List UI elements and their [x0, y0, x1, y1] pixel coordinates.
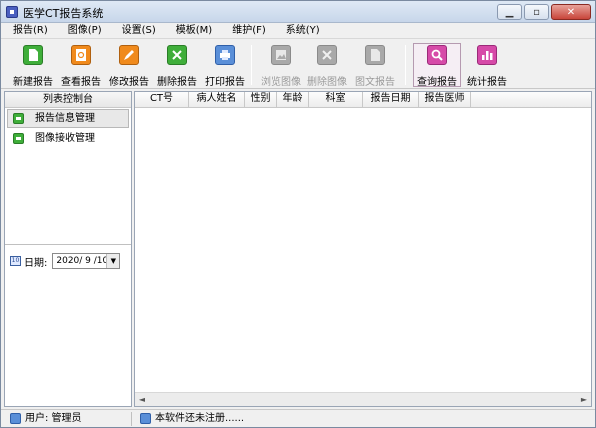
menu-maintenance[interactable]: 维护(F) [222, 23, 276, 38]
minimize-button[interactable]: ▁ [497, 4, 522, 20]
date-filter: 10 日期: 2020/ 9 /10 ▼ [10, 252, 121, 270]
status-bar: 用户: 管理员 本软件还未注册...... [1, 409, 595, 427]
status-user-label: 用户: 管理员 [25, 413, 82, 424]
edit-report-icon [119, 45, 139, 65]
tree-item-report-info[interactable]: 报告信息管理 [7, 109, 129, 128]
column-header-department[interactable]: 科室 [309, 92, 363, 107]
main-window: 医学CT报告系统 ▁ ▫ ✕ 报告(R) 图像(P) 设置(S) 模板(M) 维… [0, 0, 596, 428]
date-label: 日期: [24, 257, 48, 269]
table-header: CT号 病人姓名 性别 年龄 科室 报告日期 报告医师 [135, 92, 591, 108]
window-controls: ▁ ▫ ✕ [497, 4, 591, 20]
menu-system[interactable]: 系统(Y) [276, 23, 330, 38]
search-report-button[interactable]: 查询报告 [413, 43, 461, 88]
report-table: CT号 病人姓名 性别 年龄 科室 报告日期 报告医师 ◄ ► [134, 91, 592, 407]
chevron-down-icon[interactable]: ▼ [106, 254, 120, 268]
search-report-icon [427, 45, 447, 65]
status-message-text: 本软件还未注册...... [155, 413, 245, 424]
image-report-label: 图文报告 [355, 77, 395, 88]
delete-report-button[interactable]: 删除报告 [153, 43, 201, 88]
column-header-ct-number[interactable]: CT号 [135, 92, 189, 107]
column-header-gender[interactable]: 性别 [245, 92, 277, 107]
menu-report[interactable]: 报告(R) [1, 23, 58, 38]
new-report-icon [23, 45, 43, 65]
left-panel-title: 列表控制台 [5, 92, 131, 108]
stats-report-icon [477, 45, 497, 65]
menu-settings[interactable]: 设置(S) [112, 23, 166, 38]
report-info-icon [13, 113, 24, 124]
delete-report-icon [167, 45, 187, 65]
print-report-button[interactable]: 打印报告 [201, 43, 249, 88]
delete-image-button[interactable]: 删除图像 [303, 43, 351, 88]
toolbar-separator [251, 45, 252, 85]
column-header-patient-name[interactable]: 病人姓名 [189, 92, 245, 107]
app-icon [6, 6, 18, 18]
delete-image-icon [317, 45, 337, 65]
window-title: 医学CT报告系统 [23, 7, 104, 20]
print-report-label: 打印报告 [205, 77, 245, 88]
print-report-icon [215, 45, 235, 65]
menu-template[interactable]: 模板(M) [166, 23, 222, 38]
menu-bar: 报告(R) 图像(P) 设置(S) 模板(M) 维护(F) 系统(Y) [1, 23, 595, 39]
horizontal-scrollbar[interactable]: ◄ ► [135, 392, 591, 406]
title-bar[interactable]: 医学CT报告系统 ▁ ▫ ✕ [1, 1, 595, 23]
info-icon [140, 413, 151, 424]
browse-image-icon [271, 45, 291, 65]
image-receive-icon [13, 133, 24, 144]
stats-report-label: 统计报告 [467, 77, 507, 88]
close-button[interactable]: ✕ [551, 4, 591, 20]
column-header-report-doctor[interactable]: 报告医师 [419, 92, 471, 107]
new-report-button[interactable]: 新建报告 [9, 43, 57, 88]
browse-image-button[interactable]: 浏览图像 [257, 43, 305, 88]
left-panel-divider [5, 244, 131, 245]
tree-item-label: 报告信息管理 [35, 113, 95, 124]
toolbar: 新建报告 查看报告 修改报告 删除报告 打印报告 浏览图像 删除图像 图文报告 … [1, 39, 595, 89]
image-report-icon [365, 45, 385, 65]
column-header-report-date[interactable]: 报告日期 [363, 92, 419, 107]
menu-image[interactable]: 图像(P) [58, 23, 112, 38]
date-value: 2020/ 9 /10 [56, 256, 109, 266]
view-report-button[interactable]: 查看报告 [57, 43, 105, 88]
user-icon [10, 413, 21, 424]
calendar-icon: 10 [10, 256, 21, 266]
scroll-left-icon[interactable]: ◄ [137, 395, 147, 405]
status-message: 本软件还未注册...... [137, 412, 244, 426]
stats-report-button[interactable]: 统计报告 [463, 43, 511, 88]
scroll-right-icon[interactable]: ► [579, 395, 589, 405]
date-picker[interactable]: 2020/ 9 /10 ▼ [52, 253, 121, 269]
edit-report-button[interactable]: 修改报告 [105, 43, 153, 88]
tree-item-label: 图像接收管理 [35, 133, 95, 144]
image-report-button[interactable]: 图文报告 [351, 43, 399, 88]
status-separator [131, 412, 132, 426]
column-header-age[interactable]: 年龄 [277, 92, 309, 107]
toolbar-separator [405, 45, 406, 85]
status-user: 用户: 管理员 [7, 412, 82, 426]
left-panel: 列表控制台 报告信息管理 图像接收管理 10 日期: 2020/ 9 /10 ▼ [4, 91, 132, 407]
maximize-button[interactable]: ▫ [524, 4, 549, 20]
view-report-icon [71, 45, 91, 65]
tree-item-image-receive[interactable]: 图像接收管理 [5, 129, 131, 149]
search-report-label: 查询报告 [417, 77, 457, 88]
